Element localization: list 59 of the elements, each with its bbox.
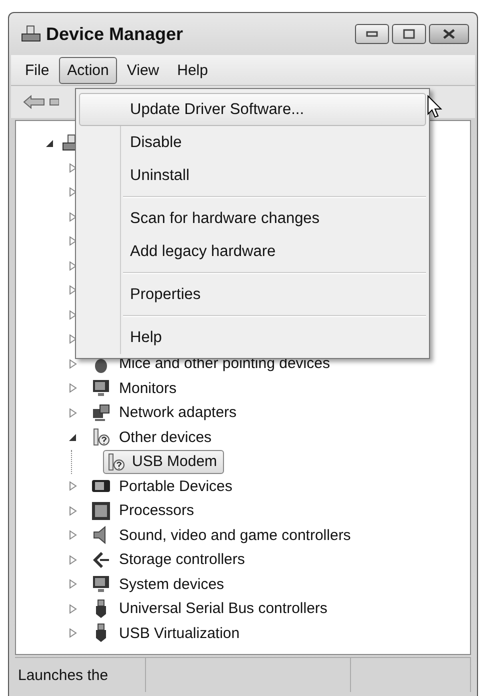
minimize-icon [366, 31, 378, 37]
menu-option[interactable]: Scan for hardware changes [79, 202, 426, 235]
expand-toggle-icon[interactable] [69, 310, 77, 320]
chip-icon [91, 500, 111, 521]
window-title: Device Manager [46, 24, 184, 44]
maximize-button[interactable] [392, 24, 426, 44]
expand-toggle-icon[interactable] [69, 162, 77, 173]
menu-option[interactable]: Add legacy hardware [79, 235, 426, 268]
close-icon [442, 29, 456, 39]
tree-item[interactable]: Sound, video and game controllers [115, 526, 351, 544]
maximize-icon [403, 29, 415, 39]
expand-toggle-icon[interactable] [69, 260, 77, 271]
unknown-icon [91, 427, 111, 448]
menu-item[interactable]: File [17, 56, 58, 84]
tree-item[interactable]: Other devices [115, 428, 212, 446]
tree-item[interactable]: USB Virtualization [115, 624, 240, 642]
menu-option[interactable]: Uninstall [79, 159, 426, 192]
expand-toggle-icon[interactable] [69, 285, 77, 296]
expand-toggle-icon[interactable] [69, 236, 77, 246]
menu-item[interactable]: Help [169, 56, 216, 84]
status-text: Launches the [15, 658, 146, 692]
expand-toggle-icon[interactable] [69, 408, 77, 418]
expand-toggle-icon[interactable] [69, 334, 77, 344]
expand-toggle-icon[interactable] [69, 530, 77, 540]
close-button[interactable] [429, 24, 469, 44]
tree-item[interactable]: Processors [115, 502, 194, 520]
pointer-icon [427, 95, 443, 119]
tree-item[interactable]: Storage controllers [115, 551, 245, 568]
menu-item[interactable]: Action [59, 56, 117, 84]
menu-option[interactable]: Properties [79, 278, 426, 311]
expand-toggle-icon[interactable] [69, 554, 77, 565]
expand-toggle-icon[interactable] [69, 579, 77, 590]
computer-icon [21, 25, 41, 43]
back-arrow-icon[interactable] [23, 95, 45, 109]
tree-item[interactable]: Monitors [115, 380, 177, 397]
expand-toggle-icon[interactable] [69, 432, 77, 442]
tree-item[interactable]: USB Modem [103, 450, 224, 474]
expand-toggle-icon[interactable] [46, 138, 54, 148]
minimize-button[interactable] [355, 24, 389, 44]
expand-toggle-icon[interactable] [69, 212, 77, 222]
tree-item[interactable]: Network adapters [115, 404, 237, 422]
tree-item[interactable]: Universal Serial Bus controllers [115, 600, 328, 618]
menu-option[interactable]: Help [79, 321, 426, 354]
monitor-icon [91, 574, 111, 594]
expand-toggle-icon[interactable] [69, 481, 77, 492]
monitor-icon [91, 378, 111, 398]
expand-toggle-icon[interactable] [69, 383, 77, 394]
expand-toggle-icon[interactable] [69, 604, 77, 614]
tree-item[interactable]: Portable Devices [115, 478, 232, 495]
menu-option[interactable]: Disable [79, 126, 426, 159]
unknown-icon [106, 452, 126, 472]
menu-option[interactable]: Update Driver Software... [79, 93, 426, 126]
tree-item[interactable]: System devices [115, 576, 224, 593]
expand-toggle-icon[interactable] [69, 628, 77, 638]
menu-item[interactable]: View [118, 56, 168, 84]
expand-toggle-icon[interactable] [69, 358, 77, 369]
network-icon [91, 402, 111, 423]
expand-toggle-icon[interactable] [69, 506, 77, 516]
expand-toggle-icon[interactable] [69, 187, 77, 198]
